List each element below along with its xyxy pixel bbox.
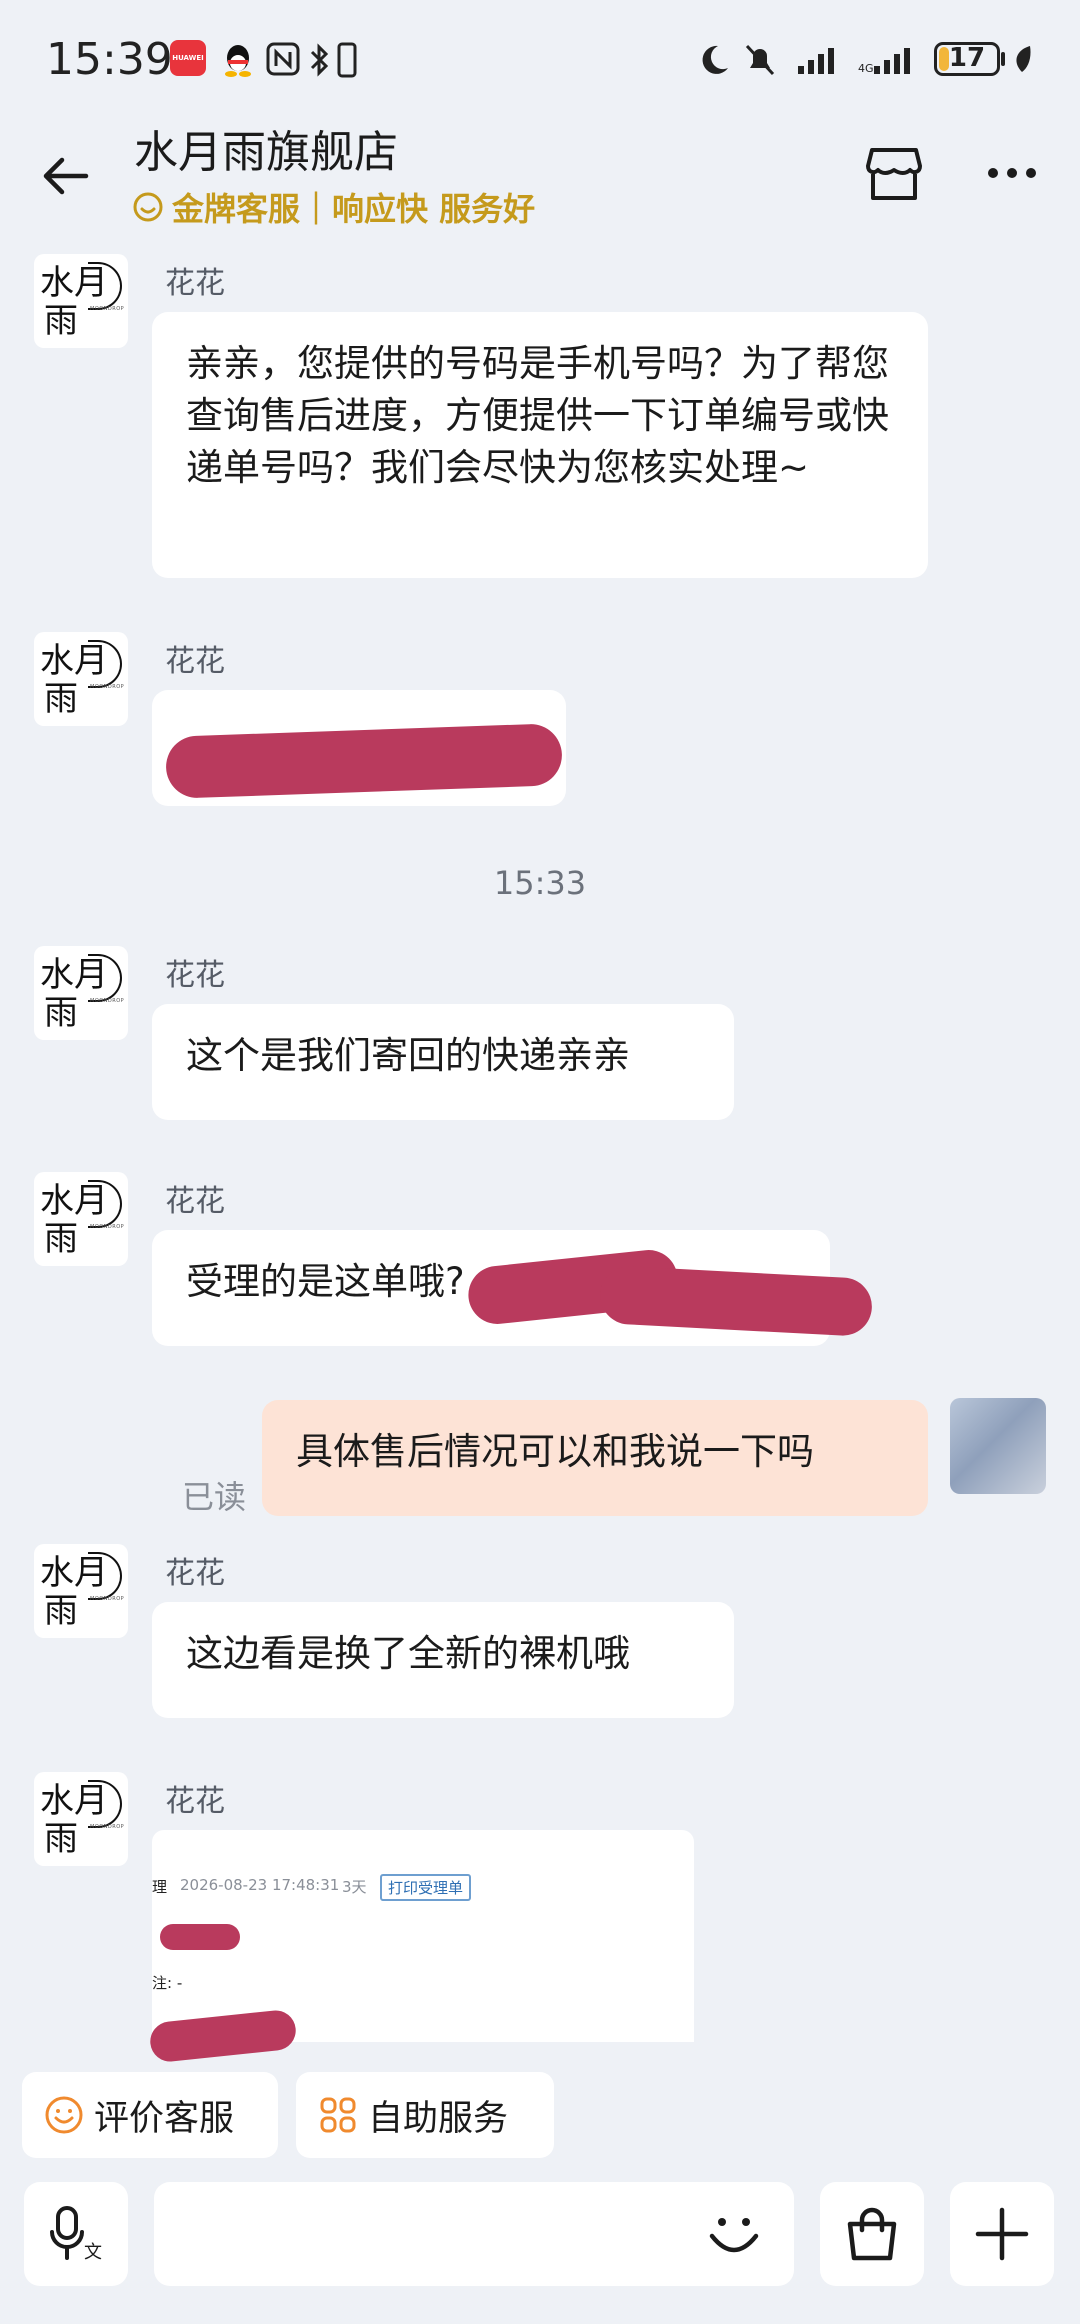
message-sender: 花花: [165, 644, 225, 679]
avatar-brand-small: MOONDROP: [90, 306, 125, 312]
agent-avatar[interactable]: 水月雨 MOONDROP: [34, 946, 128, 1040]
message-sender: 花花: [165, 266, 225, 301]
shopping-bag-icon: [847, 2207, 897, 2261]
message-bubble[interactable]: 亲亲，您提供的号码是手机号吗？为了帮您查询售后进度，方便提供一下订单编号或快递单…: [152, 312, 928, 578]
voice-input-button[interactable]: 文: [24, 2182, 128, 2286]
message-bubble[interactable]: 这边看是换了全新的裸机哦: [152, 1602, 734, 1718]
nfc-icon: [266, 42, 300, 76]
message-bubble[interactable]: 这个是我们寄回的快递亲亲: [152, 1004, 734, 1120]
back-arrow-icon[interactable]: [40, 150, 92, 202]
card-date: 2026-08-23 17:48:31: [180, 1876, 340, 1894]
agent-avatar[interactable]: 水月雨 MOONDROP: [34, 1544, 128, 1638]
svg-text:4G: 4G: [858, 62, 874, 75]
message-sender: 花花: [165, 1556, 225, 1591]
chat-header: 水月雨旗舰店 金牌客服｜响应快 服务好: [0, 110, 1080, 240]
read-status: 已读: [182, 1478, 247, 1516]
avatar-arc: [88, 954, 122, 1002]
mute-bell-icon: [745, 44, 775, 76]
smile-icon: [133, 192, 163, 222]
avatar-arc: [88, 1780, 122, 1828]
service-badge: 金牌客服｜响应快 服务好: [132, 184, 535, 230]
self-service-button[interactable]: 自助服务: [296, 2072, 554, 2158]
store-icon[interactable]: [864, 146, 924, 204]
avatar-brand-small: MOONDROP: [90, 1224, 125, 1230]
message-sender: 花花: [165, 1184, 225, 1219]
plus-icon: [975, 2207, 1029, 2261]
rate-service-label: 评价客服: [94, 2098, 235, 2139]
leaf-icon: [1016, 46, 1031, 72]
moon-icon: [702, 45, 728, 74]
shop-name[interactable]: 水月雨旗舰店: [134, 116, 398, 180]
agent-avatar[interactable]: 水月雨 MOONDROP: [34, 1772, 128, 1866]
signal-icon: [798, 48, 834, 74]
agent-avatar[interactable]: 水月雨 MOONDROP: [34, 1172, 128, 1266]
card-title: 理: [152, 1878, 168, 1896]
battery-level: 17: [948, 43, 986, 73]
more-icon[interactable]: [986, 166, 1038, 180]
voice-to-text-icon: 文: [50, 2206, 102, 2263]
huawei-app-icon: HUAWEI: [170, 40, 206, 76]
avatar-arc: [88, 262, 122, 310]
grid-icon: [320, 2097, 356, 2133]
avatar-brand-small: MOONDROP: [90, 684, 125, 690]
card-duration: 3天: [342, 1878, 367, 1896]
message-sender: 花花: [165, 958, 225, 993]
avatar-brand-small: MOONDROP: [90, 1824, 125, 1830]
self-service-label: 自助服务: [368, 2098, 509, 2139]
signal-2-icon: 4G: [858, 48, 910, 75]
message-sender: 花花: [165, 1784, 225, 1819]
time-divider: 15:33: [493, 864, 587, 902]
outgoing-message-bubble[interactable]: 具体售后情况可以和我说一下吗: [262, 1400, 928, 1516]
agent-avatar[interactable]: 水月雨 MOONDROP: [34, 632, 128, 726]
avatar-arc: [88, 1180, 122, 1228]
input-bar: 文: [0, 2170, 1080, 2324]
emoji-icon[interactable]: [702, 2202, 766, 2266]
rate-service-button[interactable]: 评价客服: [22, 2072, 278, 2158]
qq-icon: [225, 45, 251, 77]
vibrate-icon: [337, 42, 357, 78]
status-time: 15:39: [46, 34, 173, 85]
print-acceptance-button: 打印受理单: [380, 1874, 472, 1901]
card-note: 注: -: [152, 1974, 183, 1992]
avatar-brand-small: MOONDROP: [90, 1596, 125, 1602]
battery-indicator: 17: [934, 42, 1000, 76]
status-bar: 15:39 HUAWEI 4G 17: [0, 0, 1080, 120]
service-badge-text: 金牌客服｜响应快 服务好: [172, 190, 536, 228]
avatar-arc: [88, 1552, 122, 1600]
avatar-arc: [88, 640, 122, 688]
bluetooth-icon: [310, 43, 329, 77]
smile-icon: [45, 2096, 83, 2134]
user-avatar[interactable]: [950, 1398, 1046, 1494]
avatar-brand-small: MOONDROP: [90, 998, 125, 1004]
svg-text:文: 文: [84, 2242, 102, 2263]
shopping-bag-button[interactable]: [820, 2182, 924, 2286]
agent-avatar[interactable]: 水月雨 MOONDROP: [34, 254, 128, 348]
more-options-button[interactable]: [950, 2182, 1054, 2286]
redaction-mark: [160, 1924, 240, 1950]
battery-nub: [1001, 52, 1005, 66]
message-input[interactable]: [154, 2182, 794, 2286]
